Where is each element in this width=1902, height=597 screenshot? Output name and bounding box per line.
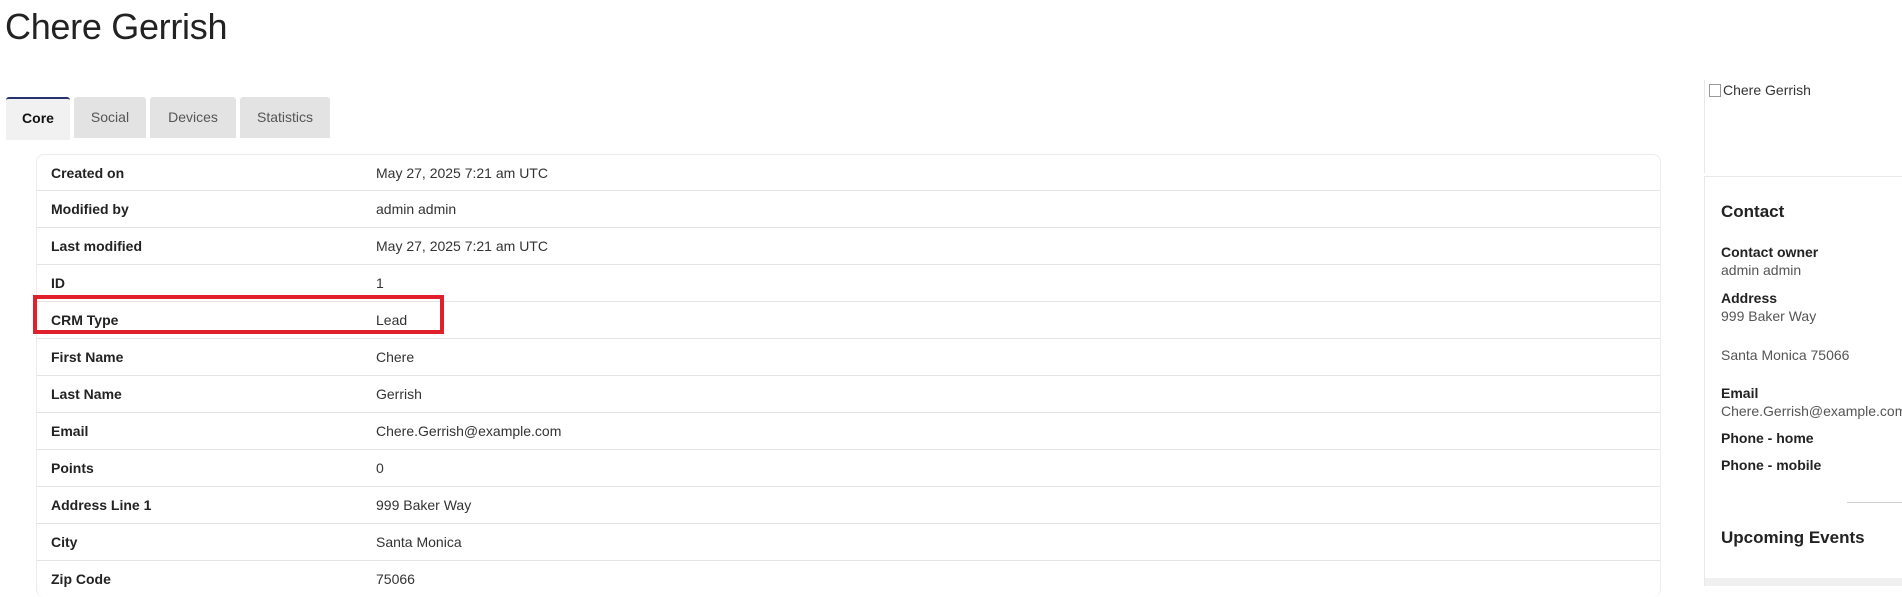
- row-label: First Name: [51, 349, 124, 365]
- tab-core[interactable]: Core: [6, 97, 70, 140]
- address-label: Address: [1721, 290, 1778, 306]
- contact-owner-label: Contact owner: [1721, 244, 1819, 260]
- details-row-modified-by: Modified by admin admin: [37, 190, 1660, 227]
- details-row-zip-code: Zip Code 75066: [37, 560, 1660, 597]
- row-label: Zip Code: [51, 571, 111, 587]
- tab-statistics[interactable]: Statistics: [240, 97, 330, 138]
- row-label: Email: [51, 423, 89, 439]
- phone-mobile-label: Phone - mobile: [1721, 457, 1822, 473]
- details-row-city: City Santa Monica: [37, 523, 1660, 560]
- row-label: ID: [51, 275, 65, 291]
- details-row-created-on: Created on May 27, 2025 7:21 am UTC: [37, 155, 1660, 190]
- details-row-last-modified: Last modified May 27, 2025 7:21 am UTC: [37, 227, 1660, 264]
- contact-sidebar: Chere Gerrish Contact Contact owner admi…: [1704, 80, 1902, 586]
- row-value: 0: [376, 460, 384, 476]
- row-label: Modified by: [51, 201, 129, 217]
- row-value: 75066: [376, 571, 415, 587]
- row-label: CRM Type: [51, 312, 119, 328]
- upcoming-events-panel: Upcoming Events: [1704, 506, 1902, 586]
- row-value: May 27, 2025 7:21 am UTC: [376, 238, 548, 254]
- details-row-id: ID 1: [37, 264, 1660, 301]
- contact-owner-value: admin admin: [1721, 262, 1802, 278]
- broken-image-icon: [1709, 84, 1721, 97]
- address-line2: Santa Monica 75066: [1721, 347, 1850, 363]
- upcoming-events-title: Upcoming Events: [1721, 528, 1865, 547]
- details-table: Created on May 27, 2025 7:21 am UTC Modi…: [36, 154, 1661, 597]
- row-value: Chere.Gerrish@example.com: [376, 423, 562, 439]
- tab-social[interactable]: Social: [74, 97, 146, 138]
- email-value[interactable]: Chere.Gerrish@example.com: [1721, 403, 1902, 419]
- tab-devices[interactable]: Devices: [150, 97, 236, 138]
- row-value: admin admin: [376, 201, 457, 217]
- row-label: City: [51, 534, 78, 550]
- events-list-header: [1705, 578, 1902, 586]
- details-row-address-line-1: Address Line 1 999 Baker Way: [37, 486, 1660, 523]
- phone-home-label: Phone - home: [1721, 430, 1814, 446]
- avatar-alt-label: Chere Gerrish: [1723, 82, 1811, 98]
- row-label: Last modified: [51, 238, 143, 254]
- row-value: May 27, 2025 7:21 am UTC: [376, 165, 548, 181]
- row-value: Gerrish: [376, 386, 422, 402]
- row-label: Created on: [51, 165, 125, 181]
- row-value: Lead: [376, 312, 408, 328]
- details-row-crm-type: CRM Type Lead: [37, 301, 1660, 338]
- contact-panel: Contact Contact owner admin admin Addres…: [1704, 176, 1902, 506]
- details-row-last-name: Last Name Gerrish: [37, 375, 1660, 412]
- email-label: Email: [1721, 385, 1759, 401]
- address-line1: 999 Baker Way: [1721, 308, 1817, 324]
- page-title: Chere Gerrish: [5, 6, 228, 47]
- details-row-first-name: First Name Chere: [37, 338, 1660, 375]
- avatar: Chere Gerrish: [1704, 80, 1902, 173]
- details-row-points: Points 0: [37, 449, 1660, 486]
- row-value: Chere: [376, 349, 415, 365]
- row-value: 999 Baker Way: [376, 497, 472, 513]
- contact-section-title: Contact: [1721, 202, 1785, 221]
- row-label: Points: [51, 460, 94, 476]
- panel-divider: [1847, 502, 1902, 503]
- row-value: 1: [376, 275, 384, 291]
- details-row-email: Email Chere.Gerrish@example.com: [37, 412, 1660, 449]
- row-label: Last Name: [51, 386, 122, 402]
- row-value: Santa Monica: [376, 534, 462, 550]
- avatar-alt-text: Chere Gerrish: [1709, 82, 1811, 98]
- row-label: Address Line 1: [51, 497, 152, 513]
